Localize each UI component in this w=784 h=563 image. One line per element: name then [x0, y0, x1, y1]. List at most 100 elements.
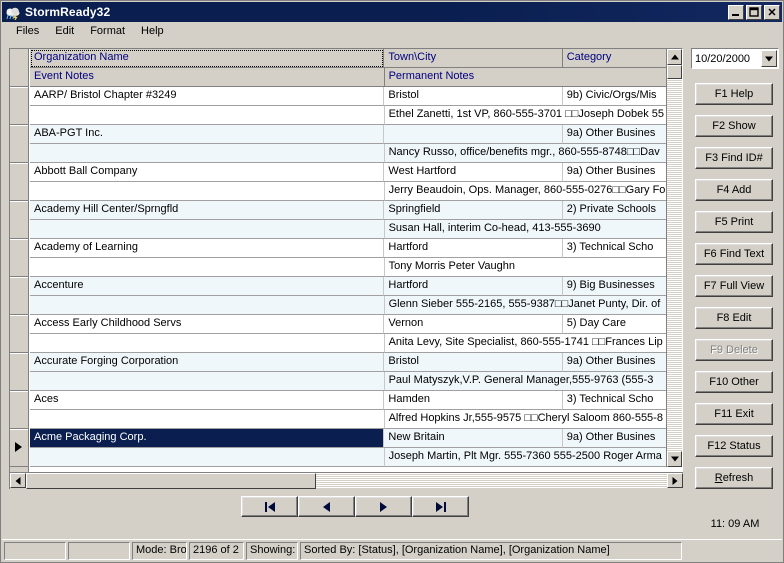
- grid-horizontal-scrollbar[interactable]: [9, 472, 683, 489]
- cell-event-notes[interactable]: [30, 144, 385, 163]
- f3-find-id-button[interactable]: F3 Find ID#: [695, 147, 773, 169]
- grid-vertical-scrollbar[interactable]: [666, 49, 682, 467]
- cell-permanent-notes[interactable]: Jerry Beaudoin, Ops. Manager, 860-555-02…: [384, 182, 666, 201]
- cell-organization-name[interactable]: AARP/ Bristol Chapter #3249: [30, 87, 385, 106]
- cell-event-notes[interactable]: [30, 296, 385, 315]
- cell-category[interactable]: 9a) Other Busines: [562, 125, 666, 144]
- column-header-town-city[interactable]: Town\City: [384, 49, 563, 68]
- cell-event-notes[interactable]: [30, 182, 385, 201]
- cell-town-city[interactable]: [384, 125, 563, 144]
- cell-category[interactable]: 9b) Civic/Orgs/Mis: [562, 87, 666, 106]
- f4-add-button[interactable]: F4 Add: [695, 179, 773, 201]
- table-row[interactable]: Academy Hill Center/Sprngfld Springfield 2…: [30, 201, 666, 220]
- table-row[interactable]: Access Early Childhood Servs Vernon 5) Day…: [30, 315, 666, 334]
- scroll-right-button[interactable]: [667, 473, 683, 488]
- row-selector[interactable]: [10, 315, 28, 353]
- vertical-scroll-track[interactable]: [667, 79, 682, 451]
- cell-event-notes[interactable]: [30, 334, 385, 353]
- row-selector[interactable]: [10, 277, 28, 315]
- table-row[interactable]: AARP/ Bristol Chapter #3249 Bristol 9b) Ci…: [30, 87, 666, 106]
- menu-item-help[interactable]: Help: [133, 23, 172, 40]
- cell-town-city[interactable]: Hartford: [384, 277, 563, 296]
- row-selector[interactable]: [10, 239, 28, 277]
- cell-category[interactable]: 9) Big Businesses: [562, 277, 666, 296]
- f6-find-text-button[interactable]: F6 Find Text: [695, 243, 773, 265]
- f7-full-view-button[interactable]: F7 Full View: [695, 275, 773, 297]
- cell-organization-name[interactable]: Academy of Learning: [30, 239, 385, 258]
- row-selector[interactable]: [10, 87, 28, 125]
- refresh-button[interactable]: Refresh: [695, 467, 773, 489]
- cell-organization-name[interactable]: Academy Hill Center/Sprngfld: [30, 201, 385, 220]
- cell-category[interactable]: 2) Private Schools: [562, 201, 666, 220]
- vertical-scroll-thumb[interactable]: [667, 65, 682, 79]
- column-header-event-notes[interactable]: Event Notes: [30, 68, 385, 87]
- table-row[interactable]: Accurate Forging Corporation Bristol 9a) O…: [30, 353, 666, 372]
- scroll-down-button[interactable]: [667, 451, 682, 467]
- cell-permanent-notes[interactable]: Anita Levy, Site Specialist, 860-555-174…: [384, 334, 666, 353]
- cell-organization-name[interactable]: Acme Packaging Corp.: [30, 429, 385, 448]
- previous-record-button[interactable]: [298, 496, 355, 517]
- menu-item-format[interactable]: Format: [82, 23, 133, 40]
- cell-permanent-notes[interactable]: Glenn Sieber 555-2165, 555-9387□□Janet P…: [384, 296, 666, 315]
- table-row-notes[interactable]: Nancy Russo, office/benefits mgr., 860-5…: [30, 144, 666, 163]
- row-selector[interactable]: [10, 163, 28, 201]
- cell-town-city[interactable]: Springfield: [384, 201, 563, 220]
- table-row-notes[interactable]: Jerry Beaudoin, Ops. Manager, 860-555-02…: [30, 182, 666, 201]
- cell-organization-name[interactable]: ABA-PGT Inc.: [30, 125, 385, 144]
- table-row[interactable]: Academy of Learning Hartford 3) Technical …: [30, 239, 666, 258]
- f8-edit-button[interactable]: F8 Edit: [695, 307, 773, 329]
- cell-event-notes[interactable]: [30, 106, 385, 125]
- table-row[interactable]: ABA-PGT Inc. 9a) Other Busines: [30, 125, 666, 144]
- cell-town-city[interactable]: Bristol: [384, 353, 563, 372]
- date-combobox[interactable]: 10/20/2000: [691, 48, 779, 69]
- table-row-notes[interactable]: Glenn Sieber 555-2165, 555-9387□□Janet P…: [30, 296, 666, 315]
- date-dropdown-button[interactable]: [761, 50, 777, 67]
- cell-category[interactable]: 9a) Other Busines: [562, 163, 666, 182]
- cell-organization-name[interactable]: Access Early Childhood Servs: [30, 315, 385, 334]
- last-record-button[interactable]: [412, 496, 469, 517]
- table-row[interactable]: Accenture Hartford 9) Big Businesses: [30, 277, 666, 296]
- cell-category[interactable]: 5) Day Care: [562, 315, 666, 334]
- column-header-permanent-notes[interactable]: Permanent Notes: [384, 68, 666, 87]
- table-row[interactable]: Aces Hamden 3) Technical Scho: [30, 391, 666, 410]
- f5-print-button[interactable]: F5 Print: [695, 211, 773, 233]
- column-header-organization-name[interactable]: Organization Name: [30, 49, 385, 68]
- cell-permanent-notes[interactable]: Susan Hall, interim Co-head, 413-555-369…: [384, 220, 666, 239]
- close-button[interactable]: [764, 4, 780, 20]
- table-row[interactable]: Acme Packaging Corp. New Britain 9a) Other…: [30, 429, 666, 448]
- cell-permanent-notes[interactable]: Joseph Martin, Plt Mgr. 555-7360 555-250…: [384, 448, 666, 467]
- cell-event-notes[interactable]: [30, 410, 385, 429]
- table-row-notes[interactable]: Alfred Hopkins Jr,555-9575 □□Cheryl Salo…: [30, 410, 666, 429]
- minimize-button[interactable]: [728, 4, 744, 20]
- cell-permanent-notes[interactable]: Ethel Zanetti, 1st VP, 860-555-3701 □□Jo…: [384, 106, 666, 125]
- table-row[interactable]: Abbott Ball Company West Hartford 9a) Othe…: [30, 163, 666, 182]
- scroll-up-button[interactable]: [667, 49, 682, 65]
- cell-town-city[interactable]: Hartford: [384, 239, 563, 258]
- row-selector[interactable]: [10, 391, 28, 429]
- horizontal-scroll-thumb[interactable]: [26, 473, 316, 489]
- cell-permanent-notes[interactable]: Tony Morris Peter Vaughn: [384, 258, 666, 277]
- cell-town-city[interactable]: New Britain: [384, 429, 563, 448]
- horizontal-scroll-track[interactable]: [316, 473, 667, 489]
- table-row-notes[interactable]: Tony Morris Peter Vaughn: [30, 258, 666, 277]
- menu-item-files[interactable]: Files: [8, 23, 47, 40]
- cell-category[interactable]: 9a) Other Busines: [562, 429, 666, 448]
- cell-organization-name[interactable]: Abbott Ball Company: [30, 163, 385, 182]
- table-row-notes[interactable]: Paul Matyszyk,V.P. General Manager,555-9…: [30, 372, 666, 391]
- f10-other-button[interactable]: F10 Other: [695, 371, 773, 393]
- cell-permanent-notes[interactable]: Alfred Hopkins Jr,555-9575 □□Cheryl Salo…: [384, 410, 666, 429]
- cell-town-city[interactable]: Vernon: [384, 315, 563, 334]
- maximize-button[interactable]: [746, 4, 762, 20]
- cell-permanent-notes[interactable]: Paul Matyszyk,V.P. General Manager,555-9…: [384, 372, 666, 391]
- cell-event-notes[interactable]: [30, 258, 385, 277]
- cell-category[interactable]: 3) Technical Scho: [562, 391, 666, 410]
- table-row-notes[interactable]: Anita Levy, Site Specialist, 860-555-174…: [30, 334, 666, 353]
- table-row-notes[interactable]: Ethel Zanetti, 1st VP, 860-555-3701 □□Jo…: [30, 106, 666, 125]
- f12-status-button[interactable]: F12 Status: [695, 435, 773, 457]
- cell-organization-name[interactable]: Accurate Forging Corporation: [30, 353, 385, 372]
- cell-event-notes[interactable]: [30, 372, 385, 391]
- first-record-button[interactable]: [241, 496, 298, 517]
- row-selector-current[interactable]: [10, 429, 28, 467]
- cell-organization-name[interactable]: Aces: [30, 391, 385, 410]
- cell-organization-name[interactable]: Accenture: [30, 277, 385, 296]
